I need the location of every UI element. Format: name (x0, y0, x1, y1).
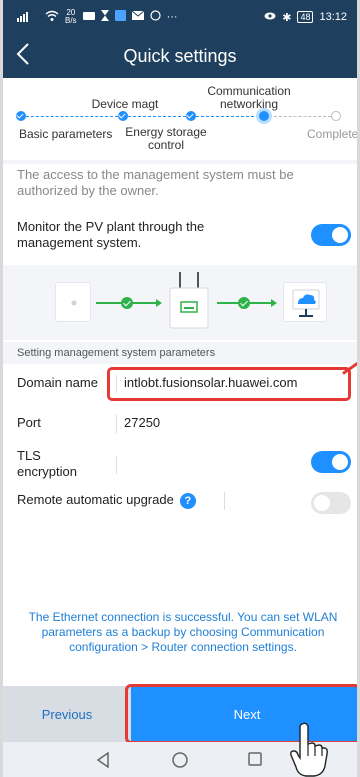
authorization-note: The access to the management system must… (17, 167, 294, 198)
nav-recent-icon[interactable] (248, 751, 264, 768)
port-label: Port (17, 415, 41, 430)
divider (224, 492, 225, 510)
divider (116, 415, 117, 433)
section-header: Setting management system parameters (3, 342, 357, 364)
monitor-label: Monitor the PV plant through the managem… (17, 219, 205, 250)
step-label-completed: Completed (307, 127, 360, 141)
tls-row: TLS encryption (3, 448, 357, 484)
check-icon (238, 297, 250, 309)
whatsapp-icon (149, 10, 161, 24)
message-icon (82, 11, 95, 24)
eye-icon (264, 11, 276, 23)
port-row: Port 27250 (3, 415, 357, 435)
divider (3, 160, 357, 164)
step-dot-communication (259, 111, 269, 121)
monitor-row: Monitor the PV plant through the managem… (3, 210, 357, 260)
progress-stepper: Basic parameters Device magt Energy stor… (3, 78, 357, 160)
upgrade-label: Remote automatic upgrade (17, 492, 174, 507)
step-dot-device (118, 111, 128, 121)
step-label-communication: Communication networking (207, 84, 291, 111)
hand-pointer-icon (288, 722, 328, 777)
step-label-device: Device magt (91, 97, 159, 111)
upgrade-label-group: Remote automatic upgrade? (17, 492, 196, 509)
previous-button[interactable]: Previous (3, 686, 131, 742)
domain-highlight-box (107, 367, 351, 401)
chevron-left-icon (16, 43, 29, 65)
tls-label: TLS encryption (17, 448, 77, 479)
step-connector (196, 116, 259, 117)
cloud-server-icon (283, 282, 327, 322)
nav-home-icon[interactable] (172, 751, 188, 768)
speed-text: 20 B/s (65, 8, 77, 25)
back-button[interactable] (15, 42, 43, 70)
title-bar: Quick settings (3, 34, 357, 78)
mail-icon (131, 10, 144, 23)
phone-screen: 20 B/s ··· ✱ 48 13:12 Quick settings Bas… (0, 0, 360, 777)
more-icon: ··· (166, 11, 178, 23)
step-connector (21, 116, 118, 117)
bluetooth-icon: ✱ (282, 11, 292, 24)
connection-status-message: The Ethernet connection is successful. Y… (28, 610, 338, 654)
status-bar: 20 B/s ··· ✱ 48 13:12 (3, 0, 357, 34)
step-label-energy: Energy storage control (125, 125, 207, 152)
router-icon (167, 272, 211, 330)
step-dot-completed (331, 111, 341, 121)
photo-icon (114, 10, 126, 24)
time-text: 13:12 (319, 11, 347, 23)
step-dot-energy (186, 111, 196, 121)
hourglass-icon (100, 10, 109, 24)
wifi-icon (45, 10, 59, 25)
nav-back-icon[interactable] (96, 751, 112, 768)
inverter-icon (55, 282, 91, 322)
monitor-toggle[interactable] (311, 224, 351, 246)
signal-icon (17, 10, 39, 25)
page-title: Quick settings (123, 45, 237, 66)
connection-diagram (3, 265, 357, 340)
status-left: 20 B/s ··· (17, 9, 178, 25)
status-right: ✱ 48 13:12 (264, 11, 347, 24)
upgrade-row: Remote automatic upgrade? (3, 492, 357, 514)
help-icon[interactable]: ? (179, 492, 196, 509)
divider (116, 456, 117, 474)
step-connector (269, 116, 331, 117)
battery-icon: 48 (297, 11, 314, 23)
port-input[interactable]: 27250 (124, 415, 160, 430)
tls-toggle[interactable] (311, 451, 351, 473)
step-connector (128, 116, 186, 117)
arrow-icon (156, 299, 162, 307)
check-icon (121, 297, 133, 309)
arrow-icon (271, 299, 277, 307)
step-dot-basic (16, 111, 26, 121)
domain-label: Domain name (17, 375, 98, 390)
upgrade-toggle[interactable] (311, 492, 351, 514)
step-label-basic: Basic parameters (19, 127, 113, 141)
